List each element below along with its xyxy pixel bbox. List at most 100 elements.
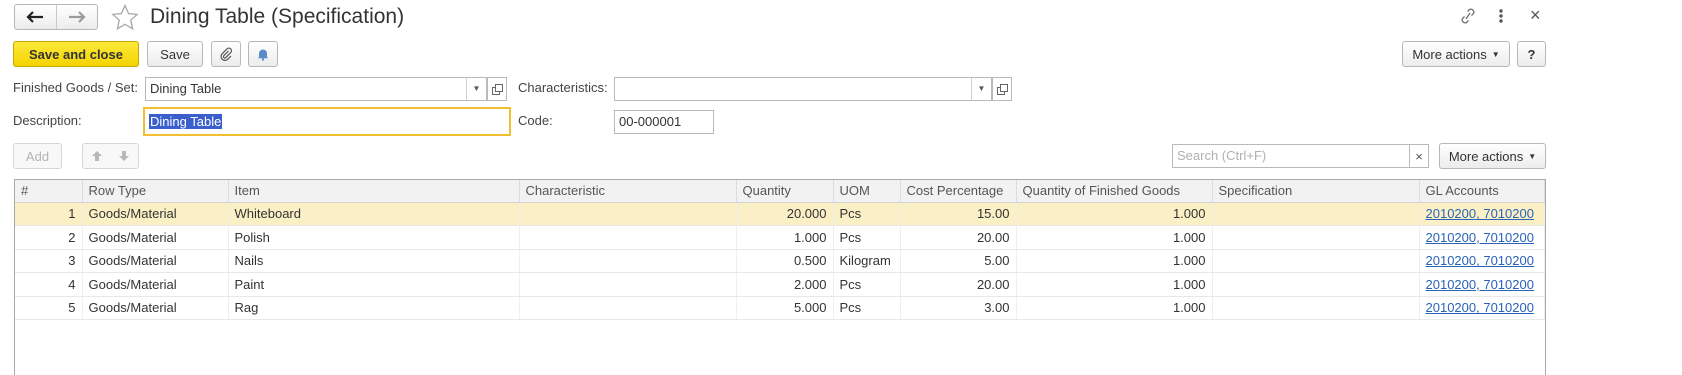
table-row[interactable]: 2 Goods/Material Polish 1.000 Pcs 20.00 … bbox=[15, 225, 1545, 250]
table-row[interactable]: 3 Goods/Material Nails 0.500 Kilogram 5.… bbox=[15, 249, 1545, 273]
cell-characteristic[interactable] bbox=[519, 202, 737, 226]
gl-accounts-link[interactable]: 2010200, 7010200 bbox=[1426, 277, 1534, 292]
cell-item[interactable]: Paint bbox=[228, 272, 520, 297]
column-header-qty-finished-goods[interactable]: Quantity of Finished Goods bbox=[1016, 180, 1213, 203]
table-more-actions-button[interactable]: More actions ▼ bbox=[1439, 143, 1546, 169]
cell-cost-percentage[interactable]: 15.00 bbox=[900, 202, 1017, 226]
cell-quantity[interactable]: 1.000 bbox=[736, 225, 834, 250]
cell-item[interactable]: Polish bbox=[228, 225, 520, 250]
cell-qty-finished-goods[interactable]: 1.000 bbox=[1016, 249, 1213, 273]
cell-row-type[interactable]: Goods/Material bbox=[82, 202, 229, 226]
cell-specification[interactable] bbox=[1212, 272, 1420, 297]
cell-qty-finished-goods[interactable]: 1.000 bbox=[1016, 202, 1213, 226]
cell-number: 2 bbox=[15, 225, 83, 250]
star-icon[interactable] bbox=[111, 4, 139, 31]
search-clear-button[interactable]: × bbox=[1409, 144, 1429, 168]
finished-goods-dropdown-icon[interactable]: ▼ bbox=[466, 78, 486, 100]
characteristics-open-button[interactable] bbox=[992, 77, 1012, 101]
gl-accounts-link[interactable]: 2010200, 7010200 bbox=[1426, 230, 1534, 245]
gl-accounts-link[interactable]: 2010200, 7010200 bbox=[1426, 300, 1534, 315]
cell-row-type[interactable]: Goods/Material bbox=[82, 249, 229, 273]
cell-gl-accounts: 2010200, 7010200 bbox=[1419, 225, 1545, 250]
cell-cost-percentage[interactable]: 20.00 bbox=[900, 225, 1017, 250]
cell-row-type[interactable]: Goods/Material bbox=[82, 296, 229, 320]
cell-item[interactable]: Nails bbox=[228, 249, 520, 273]
cell-characteristic[interactable] bbox=[519, 249, 737, 273]
back-button[interactable] bbox=[15, 5, 56, 29]
save-button[interactable]: Save bbox=[147, 41, 203, 67]
cell-qty-finished-goods[interactable]: 1.000 bbox=[1016, 225, 1213, 250]
finished-goods-value: Dining Table bbox=[150, 81, 222, 96]
finished-goods-field[interactable]: Dining Table ▼ bbox=[145, 77, 487, 101]
table-row[interactable]: 4 Goods/Material Paint 2.000 Pcs 20.00 1… bbox=[15, 272, 1545, 297]
gl-accounts-link[interactable]: 2010200, 7010200 bbox=[1426, 253, 1534, 268]
cell-item[interactable]: Rag bbox=[228, 296, 520, 320]
column-header-specification[interactable]: Specification bbox=[1212, 180, 1420, 203]
arrow-down-icon[interactable] bbox=[118, 150, 130, 162]
cell-cost-percentage[interactable]: 3.00 bbox=[900, 296, 1017, 320]
search-input[interactable]: Search (Ctrl+F) bbox=[1172, 144, 1410, 168]
cell-specification[interactable] bbox=[1212, 249, 1420, 273]
code-input[interactable]: 00-000001 bbox=[614, 110, 714, 134]
table-row[interactable]: 5 Goods/Material Rag 5.000 Pcs 3.00 1.00… bbox=[15, 296, 1545, 320]
notify-button[interactable] bbox=[248, 41, 278, 67]
characteristics-label: Characteristics: bbox=[518, 80, 608, 95]
cell-uom[interactable]: Pcs bbox=[833, 296, 901, 320]
cell-row-type[interactable]: Goods/Material bbox=[82, 225, 229, 250]
attach-button[interactable] bbox=[211, 41, 241, 67]
column-header-gl-accounts[interactable]: GL Accounts bbox=[1419, 180, 1545, 203]
description-input[interactable]: Dining Table bbox=[143, 107, 511, 136]
cell-row-type[interactable]: Goods/Material bbox=[82, 272, 229, 297]
gl-accounts-link[interactable]: 2010200, 7010200 bbox=[1426, 206, 1534, 221]
cell-specification[interactable] bbox=[1212, 296, 1420, 320]
cell-uom[interactable]: Pcs bbox=[833, 272, 901, 297]
cell-gl-accounts: 2010200, 7010200 bbox=[1419, 296, 1545, 320]
cell-characteristic[interactable] bbox=[519, 272, 737, 297]
cell-qty-finished-goods[interactable]: 1.000 bbox=[1016, 272, 1213, 297]
column-header-cost-percentage[interactable]: Cost Percentage bbox=[900, 180, 1017, 203]
cell-qty-finished-goods[interactable]: 1.000 bbox=[1016, 296, 1213, 320]
close-icon[interactable]: × bbox=[1530, 5, 1541, 25]
vertical-dots-icon[interactable] bbox=[1497, 8, 1505, 24]
cell-item[interactable]: Whiteboard bbox=[228, 202, 520, 226]
cell-uom[interactable]: Pcs bbox=[833, 225, 901, 250]
more-actions-button[interactable]: More actions ▼ bbox=[1402, 41, 1510, 67]
column-header-row-type[interactable]: Row Type bbox=[82, 180, 229, 203]
cell-quantity[interactable]: 0.500 bbox=[736, 249, 834, 273]
column-header-item[interactable]: Item bbox=[228, 180, 520, 203]
cell-characteristic[interactable] bbox=[519, 225, 737, 250]
help-button[interactable]: ? bbox=[1517, 41, 1546, 67]
cell-number: 1 bbox=[15, 202, 83, 226]
cell-cost-percentage[interactable]: 5.00 bbox=[900, 249, 1017, 273]
cell-uom[interactable]: Kilogram bbox=[833, 249, 901, 273]
cell-specification[interactable] bbox=[1212, 225, 1420, 250]
link-icon[interactable] bbox=[1458, 7, 1478, 25]
column-header-quantity[interactable]: Quantity bbox=[736, 180, 834, 203]
cell-specification[interactable] bbox=[1212, 202, 1420, 226]
characteristics-dropdown-icon[interactable]: ▼ bbox=[971, 78, 991, 100]
cell-uom[interactable]: Pcs bbox=[833, 202, 901, 226]
save-and-close-button[interactable]: Save and close bbox=[13, 41, 139, 67]
cell-quantity[interactable]: 2.000 bbox=[736, 272, 834, 297]
cell-cost-percentage[interactable]: 20.00 bbox=[900, 272, 1017, 297]
finished-goods-label: Finished Goods / Set: bbox=[13, 80, 139, 95]
add-button[interactable]: Add bbox=[13, 143, 62, 169]
table-row[interactable]: 1 Goods/Material Whiteboard 20.000 Pcs 1… bbox=[15, 202, 1545, 226]
cell-quantity[interactable]: 20.000 bbox=[736, 202, 834, 226]
finished-goods-open-button[interactable] bbox=[487, 77, 507, 101]
characteristics-field[interactable]: ▼ bbox=[614, 77, 992, 101]
cell-number: 5 bbox=[15, 296, 83, 320]
paperclip-icon bbox=[220, 47, 233, 61]
column-header-characteristic[interactable]: Characteristic bbox=[519, 180, 737, 203]
page-title: Dining Table (Specification) bbox=[150, 5, 405, 28]
table-more-actions-label: More actions bbox=[1448, 148, 1524, 164]
move-buttons bbox=[82, 143, 139, 169]
column-header-number[interactable]: # bbox=[15, 180, 83, 203]
forward-button[interactable] bbox=[55, 5, 98, 29]
open-form-icon bbox=[491, 83, 503, 95]
cell-quantity[interactable]: 5.000 bbox=[736, 296, 834, 320]
arrow-up-icon[interactable] bbox=[91, 150, 103, 162]
bell-icon bbox=[257, 49, 269, 61]
cell-characteristic[interactable] bbox=[519, 296, 737, 320]
column-header-uom[interactable]: UOM bbox=[833, 180, 901, 203]
